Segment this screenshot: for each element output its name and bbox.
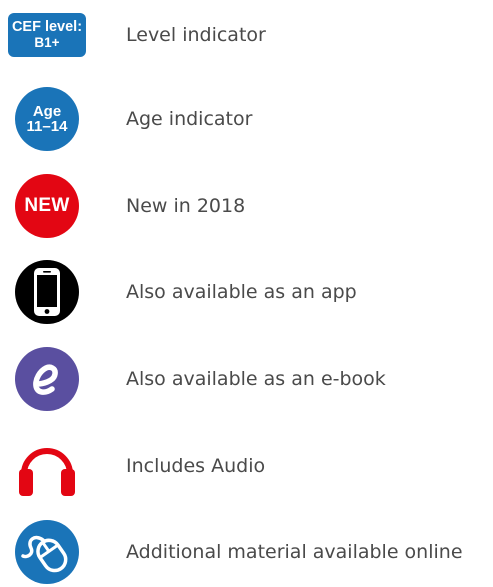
cef-level-badge: CEF level: B1+ (8, 13, 86, 57)
legend-row-new: NEW New in 2018 (0, 171, 493, 241)
legend-row-audio: Includes Audio (0, 431, 493, 501)
legend-label-age: Age indicator (126, 108, 253, 130)
legend-label-new: New in 2018 (126, 195, 246, 217)
age-badge-slot: Age 11–14 (8, 84, 86, 154)
icon-legend: CEF level: B1+ Level indicator Age 11–14… (0, 0, 493, 584)
ebook-e-icon-slot (8, 344, 86, 414)
mouse-online-icon (15, 520, 79, 584)
cef-level-badge-line1: CEF level: (11, 19, 83, 35)
legend-row-online: Additional material available online (0, 517, 493, 587)
mouse-online-icon-slot (8, 517, 86, 587)
legend-label-level: Level indicator (126, 24, 266, 46)
cef-level-badge-line2: B1+ (34, 35, 60, 50)
smartphone-icon (15, 260, 79, 324)
age-badge: Age 11–14 (15, 87, 79, 151)
legend-label-ebook: Also available as an e-book (126, 368, 386, 390)
new-badge: NEW (15, 174, 79, 238)
new-badge-slot: NEW (8, 171, 86, 241)
headphones-icon-slot (8, 431, 86, 501)
headphones-icon (19, 448, 75, 496)
legend-row-level: CEF level: B1+ Level indicator (0, 0, 493, 70)
age-badge-line1: Age (32, 103, 62, 120)
legend-label-app: Also available as an app (126, 281, 357, 303)
smartphone-icon-slot (8, 257, 86, 327)
legend-row-app: Also available as an app (0, 257, 493, 327)
legend-row-ebook: Also available as an e-book (0, 344, 493, 414)
ebook-e-icon (15, 347, 79, 411)
new-badge-text: NEW (24, 195, 70, 216)
legend-label-online: Additional material available online (126, 541, 463, 563)
legend-row-age: Age 11–14 Age indicator (0, 84, 493, 154)
age-badge-line2: 11–14 (26, 118, 68, 135)
legend-label-audio: Includes Audio (126, 455, 266, 477)
cef-level-badge-slot: CEF level: B1+ (8, 0, 86, 70)
